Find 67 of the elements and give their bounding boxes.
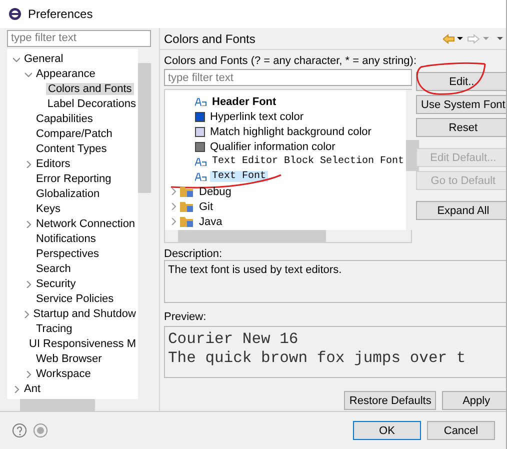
list-item[interactable]: Qualifier information color: [208, 140, 338, 152]
record-icon[interactable]: [33, 423, 48, 438]
chevron-down-icon[interactable]: [24, 70, 32, 78]
chevron-right-icon[interactable]: [24, 220, 32, 228]
folder-icon: [180, 216, 194, 227]
list-item[interactable]: Git: [197, 200, 216, 212]
app-icon: [8, 7, 22, 21]
help-icon[interactable]: [12, 423, 27, 438]
tree-item[interactable]: Web Browser: [34, 353, 104, 366]
page-title: Colors and Fonts: [164, 32, 256, 46]
window-title: Preferences: [28, 7, 93, 21]
tree-item[interactable]: Workspace: [34, 368, 93, 380]
list-item[interactable]: Hyperlink text color: [208, 110, 306, 122]
list-item[interactable]: Header Font: [210, 96, 278, 108]
action-button[interactable]: Expand All: [416, 201, 506, 220]
tree-item[interactable]: Service Policies: [34, 293, 116, 306]
tree-item[interactable]: Editors: [34, 158, 72, 170]
tree-item[interactable]: Network Connection: [34, 218, 138, 230]
chevron-down-icon[interactable]: [12, 56, 20, 63]
filter-label: Colors and Fonts (? = any character, * = any string):: [164, 55, 418, 67]
tree-item[interactable]: Colors and Fonts: [46, 83, 134, 96]
tree-item[interactable]: Appearance: [34, 68, 98, 80]
action-button[interactable]: Apply: [442, 391, 506, 410]
action-button[interactable]: Reset: [416, 118, 506, 137]
tree-item[interactable]: Tracing: [34, 323, 74, 336]
chevron-right-icon[interactable]: [171, 203, 177, 210]
tree-item[interactable]: Search: [34, 263, 73, 276]
tree-item[interactable]: Globalization: [34, 188, 102, 200]
tree-item[interactable]: Ant: [22, 383, 43, 396]
list-item[interactable]: Text Editor Block Selection Font: [210, 156, 406, 167]
tree-item[interactable]: Security: [34, 278, 78, 290]
tree-item[interactable]: Notifications: [34, 233, 98, 246]
action-button[interactable]: Edit...: [416, 72, 506, 91]
filter-field[interactable]: type filter text: [7, 30, 151, 47]
chevron-right-icon[interactable]: [24, 370, 32, 378]
circle-annotation: [415, 63, 487, 96]
list-item[interactable]: Match highlight background color: [208, 126, 374, 138]
tree-item[interactable]: Content Types: [34, 143, 109, 156]
description-label: Description:: [164, 248, 224, 260]
font-icon: [195, 158, 207, 166]
tree-item[interactable]: General: [22, 53, 66, 66]
tree-item[interactable]: Error Reporting: [34, 173, 114, 186]
scrollbar[interactable]: [165, 230, 411, 242]
tree-item[interactable]: Keys: [34, 203, 62, 216]
tree-item[interactable]: UI Responsiveness M: [27, 338, 138, 350]
tree-item[interactable]: Perspectives: [34, 248, 101, 260]
list-item[interactable]: Java: [197, 216, 224, 228]
tree-item[interactable]: Label Decorations: [45, 98, 138, 110]
chevron-right-icon[interactable]: [24, 280, 32, 288]
preview-box: Courier New 16 The quick brown fox jumps over t: [164, 326, 506, 378]
dialog-button[interactable]: OK: [353, 421, 421, 440]
chevron-right-icon[interactable]: [23, 310, 30, 318]
dialog-button[interactable]: Cancel: [427, 421, 495, 440]
chevron-right-icon[interactable]: [171, 218, 177, 225]
chevron-right-icon[interactable]: [12, 386, 20, 393]
preview-label: Preview:: [164, 311, 208, 323]
tree-item[interactable]: Compare/Patch: [34, 128, 114, 140]
folder-icon: [180, 201, 194, 212]
chevron-right-icon[interactable]: [24, 160, 32, 168]
action-button[interactable]: Use System Font: [416, 95, 506, 114]
action-button[interactable]: Restore Defaults: [344, 391, 436, 410]
tree-item[interactable]: Capabilities: [34, 113, 95, 126]
filter-field[interactable]: type filter text: [164, 69, 412, 86]
tree-item[interactable]: Startup and Shutdow: [31, 308, 138, 320]
description-box: The text font is used by text editors.: [164, 260, 506, 303]
navigation-arrows-icon[interactable]: [443, 34, 506, 44]
font-icon: [195, 98, 207, 106]
